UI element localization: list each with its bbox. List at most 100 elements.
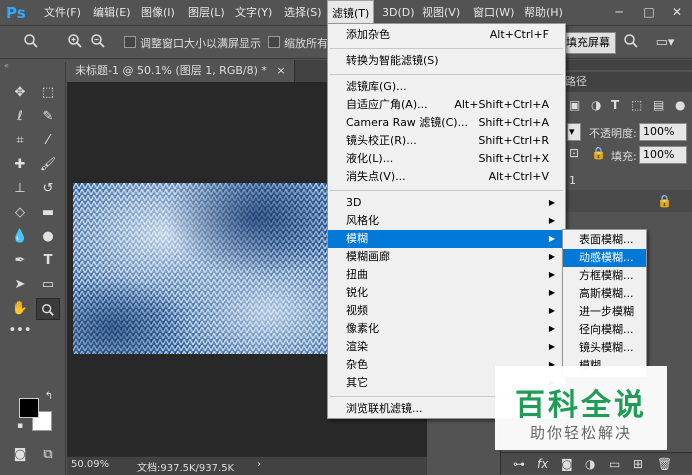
menu-item-sharpen[interactable]: 锐化 ▶ xyxy=(328,284,565,302)
submenu-item-surface-blur[interactable]: 表面模糊... xyxy=(563,231,646,249)
document-tab[interactable]: 未标题-1 @ 50.1% (图层 1, RGB/8) * × xyxy=(67,60,295,82)
lock-all-icon[interactable]: 🔒 xyxy=(591,146,606,160)
submenu-item-box-blur[interactable]: 方框模糊... xyxy=(563,267,646,285)
menu-item-lens-correction[interactable]: 镜头校正(R)... Shift+Ctrl+R xyxy=(328,132,565,150)
delete-layer-icon[interactable]: 🗑 xyxy=(657,457,672,471)
menu-item-pixelate[interactable]: 像素化 ▶ xyxy=(328,320,565,338)
menu-layer[interactable]: 图层(L) xyxy=(184,0,229,26)
submenu-item-lens-blur[interactable]: 镜头模糊... xyxy=(563,339,646,357)
layer-name: 1 xyxy=(569,174,576,187)
zoom-tool-icon[interactable] xyxy=(36,298,60,320)
opacity-label: 不透明度: xyxy=(589,127,637,140)
fill-screen-button[interactable]: 填充屏幕 xyxy=(560,32,616,54)
minimize-icon[interactable]: ─ xyxy=(612,5,626,19)
new-group-icon[interactable]: ▭ xyxy=(609,457,620,471)
submenu-item-motion-blur[interactable]: 动感模糊... xyxy=(563,249,646,267)
zoom-tool-preset-icon[interactable] xyxy=(20,32,42,54)
blur-tool-icon[interactable]: 💧 xyxy=(8,226,32,248)
filter-type-icon[interactable]: T xyxy=(611,98,619,112)
add-mask-icon[interactable]: ◙ xyxy=(561,457,573,471)
filter-smart-icon[interactable]: ▤ xyxy=(653,98,664,112)
link-layers-icon[interactable]: ⊶ xyxy=(513,457,525,471)
default-colors-icon[interactable]: ▪ xyxy=(14,420,26,432)
type-tool-icon[interactable]: T xyxy=(36,250,60,272)
close-window-icon[interactable]: ✕ xyxy=(670,5,684,19)
menu-edit[interactable]: 编辑(E) xyxy=(89,0,135,26)
lock-pixels-icon[interactable]: ⊡ xyxy=(569,146,579,160)
path-select-tool-icon[interactable]: ➤ xyxy=(8,274,32,296)
menu-item-adaptive-wide-angle[interactable]: 自适应广角(A)... Alt+Shift+Ctrl+A xyxy=(328,96,565,114)
submenu-item-radial-blur[interactable]: 径向模糊... xyxy=(563,321,646,339)
shape-tool-icon[interactable]: ▭ xyxy=(36,274,60,296)
menu-image[interactable]: 图像(I) xyxy=(137,0,179,26)
blend-mode-select[interactable]: ▾ xyxy=(567,123,581,141)
menu-type[interactable]: 文字(Y) xyxy=(231,0,276,26)
filter-pixel-icon[interactable]: ▣ xyxy=(569,98,580,112)
filter-shape-icon[interactable]: ⬚ xyxy=(631,98,642,112)
dodge-tool-icon[interactable]: ● xyxy=(36,226,60,248)
paths-tab[interactable]: 路径 xyxy=(565,72,587,92)
zoom-level[interactable]: 50.09% xyxy=(71,459,109,470)
history-brush-tool-icon[interactable]: ↺ xyxy=(36,178,60,200)
eraser-tool-icon[interactable]: ◇ xyxy=(8,202,32,224)
menu-item-liquify[interactable]: 液化(L)... Shift+Ctrl+X xyxy=(328,150,565,168)
document-size: 文档:937.5K/937.5K xyxy=(137,463,235,474)
healing-brush-tool-icon[interactable]: ✚ xyxy=(8,154,32,176)
swap-colors-icon[interactable]: ↰ xyxy=(42,390,56,404)
menu-item-stylize[interactable]: 风格化 ▶ xyxy=(328,212,565,230)
search-icon[interactable] xyxy=(620,32,642,54)
quick-mask-icon[interactable]: ◙ xyxy=(8,444,32,466)
foreground-color-swatch[interactable] xyxy=(19,398,39,418)
hand-tool-icon[interactable]: ✋ xyxy=(8,298,32,320)
opacity-input[interactable]: 100% xyxy=(639,123,687,141)
menu-item-distort[interactable]: 扭曲 ▶ xyxy=(328,266,565,284)
more-tools-icon[interactable]: ••• xyxy=(8,320,32,342)
menu-item-render[interactable]: 渲染 ▶ xyxy=(328,338,565,356)
resize-windows-checkbox[interactable] xyxy=(124,36,136,48)
menu-item-video[interactable]: 视频 ▶ xyxy=(328,302,565,320)
clone-stamp-tool-icon[interactable]: ⊥ xyxy=(8,178,32,200)
menu-item-filter-gallery[interactable]: 滤镜库(G)... xyxy=(328,78,565,96)
menu-item-blur[interactable]: 模糊 ▶ xyxy=(328,230,565,248)
fill-input[interactable]: 100% xyxy=(639,146,687,164)
quick-select-tool-icon[interactable]: ✎ xyxy=(36,106,60,128)
menu-item-convert-smart-filter[interactable]: 转换为智能滤镜(S) xyxy=(328,52,565,70)
menu-item-camera-raw[interactable]: Camera Raw 滤镜(C)... Shift+Ctrl+A xyxy=(328,114,565,132)
menu-select[interactable]: 选择(S) xyxy=(280,0,326,26)
maximize-icon[interactable]: □ xyxy=(642,5,656,19)
menu-separator xyxy=(330,74,563,75)
crop-tool-icon[interactable]: ⌗ xyxy=(8,130,32,152)
document-tab-title: 未标题-1 @ 50.1% (图层 1, RGB/8) * xyxy=(75,64,267,77)
lasso-tool-icon[interactable]: ℓ xyxy=(8,106,32,128)
brush-tool-icon[interactable]: 🖌 xyxy=(36,154,60,176)
zoom-all-checkbox[interactable] xyxy=(268,36,280,48)
zoom-in-button[interactable] xyxy=(64,32,86,54)
marquee-tool-icon[interactable]: ⬚ xyxy=(36,82,60,104)
pen-tool-icon[interactable]: ✒ xyxy=(8,250,32,272)
toolbox-collapse-icon[interactable]: « xyxy=(4,62,62,70)
menu-item-blur-gallery[interactable]: 模糊画廊 ▶ xyxy=(328,248,565,266)
close-tab-icon[interactable]: × xyxy=(276,64,285,77)
new-layer-icon[interactable]: ⊞ xyxy=(633,457,643,471)
submenu-item-gaussian-blur[interactable]: 高斯模糊... xyxy=(563,285,646,303)
menu-file[interactable]: 文件(F) xyxy=(40,0,85,26)
blur-submenu: 表面模糊... 动感模糊... 方框模糊... 高斯模糊... 进一步模糊 径向… xyxy=(562,229,647,377)
move-tool-icon[interactable]: ✥ xyxy=(8,82,32,104)
menu-item-vanishing-point[interactable]: 消失点(V)... Alt+Ctrl+V xyxy=(328,168,565,186)
zoom-out-button[interactable] xyxy=(87,32,109,54)
status-bar: 50.09% 文档:937.5K/937.5K › xyxy=(67,456,427,475)
menu-item-3d[interactable]: 3D ▶ xyxy=(328,194,565,212)
filter-adjust-icon[interactable]: ◑ xyxy=(591,98,601,112)
watermark-overlay: 百科全说 助你轻松解决 xyxy=(495,366,667,450)
submenu-item-blur-more[interactable]: 进一步模糊 xyxy=(563,303,646,321)
status-menu-arrow-icon[interactable]: › xyxy=(257,459,261,470)
filter-toggle-icon[interactable]: ● xyxy=(675,98,685,112)
knit-texture-image[interactable] xyxy=(73,183,335,354)
menu-item-add-noise[interactable]: 添加杂色 Alt+Ctrl+F xyxy=(328,26,565,44)
adjustment-layer-icon[interactable]: ◑ xyxy=(585,457,595,471)
screen-mode-icon[interactable]: ⧉ xyxy=(36,444,60,466)
gradient-tool-icon[interactable]: ▬ xyxy=(36,202,60,224)
fx-button[interactable]: fx xyxy=(537,457,548,471)
workspace-switcher-icon[interactable]: ▭▾ xyxy=(650,32,680,54)
eyedropper-tool-icon[interactable]: ⁄ xyxy=(36,130,60,152)
